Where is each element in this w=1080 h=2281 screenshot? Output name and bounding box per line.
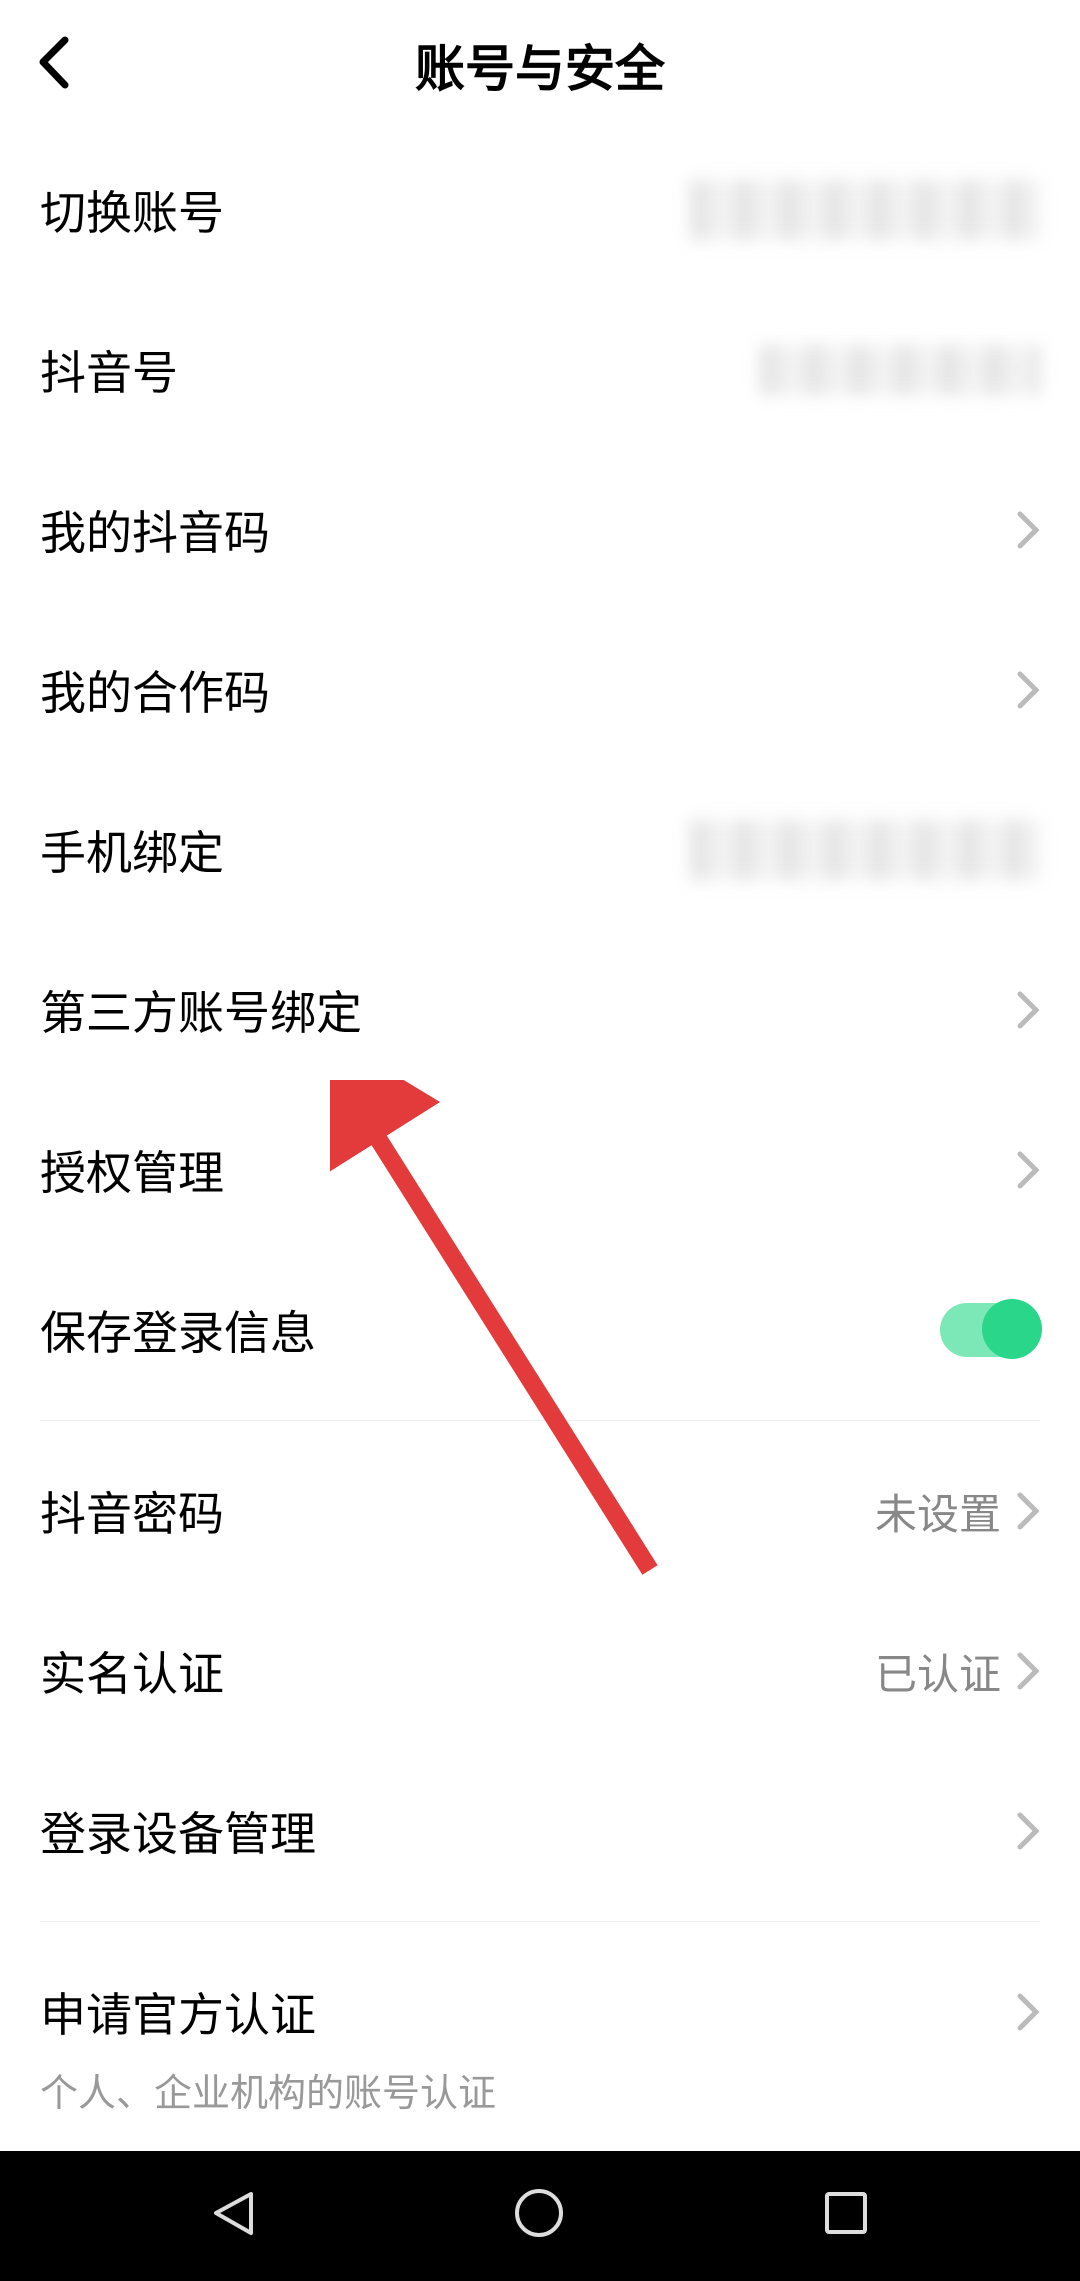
list-item-third-party[interactable]: 第三方账号绑定 [40, 930, 1040, 1090]
nav-home-button[interactable] [512, 2186, 567, 2246]
toggle-knob [982, 1299, 1042, 1359]
page-header: 账号与安全 [0, 0, 1080, 130]
list-item-login-devices[interactable]: 登录设备管理 [40, 1751, 1040, 1911]
divider [40, 1921, 1040, 1922]
list-item-switch-account[interactable]: 切换账号 [40, 130, 1040, 290]
circle-home-icon [512, 2186, 567, 2241]
square-recent-icon [819, 2186, 874, 2241]
chevron-left-icon [35, 35, 75, 90]
back-button[interactable] [35, 35, 75, 95]
item-label: 实名认证 [40, 1638, 224, 1704]
divider [40, 1420, 1040, 1421]
chevron-right-icon [1016, 1651, 1040, 1691]
list-item-phone-binding[interactable]: 手机绑定 [40, 770, 1040, 930]
redacted-value [760, 345, 1040, 395]
item-label: 切换账号 [40, 177, 224, 243]
nav-recent-button[interactable] [819, 2186, 874, 2246]
item-value: 已认证 [875, 1641, 1001, 1702]
chevron-right-icon [1016, 510, 1040, 550]
list-item-douyin-password[interactable]: 抖音密码 未设置 [40, 1431, 1040, 1591]
chevron-right-icon [1016, 1150, 1040, 1190]
list-item-auth-management[interactable]: 授权管理 [40, 1090, 1040, 1250]
system-nav-bar [0, 2151, 1080, 2281]
item-label: 手机绑定 [40, 817, 224, 883]
redacted-value [690, 820, 1040, 880]
list-item-save-login: 保存登录信息 [40, 1250, 1040, 1410]
item-label: 申请官方认证 [40, 1979, 316, 2045]
triangle-back-icon [206, 2186, 261, 2241]
redacted-value [690, 180, 1040, 240]
list-item-my-coop-code[interactable]: 我的合作码 [40, 610, 1040, 770]
chevron-right-icon [1016, 670, 1040, 710]
list-item-real-name[interactable]: 实名认证 已认证 [40, 1591, 1040, 1751]
chevron-right-icon [1016, 1992, 1040, 2032]
item-label: 授权管理 [40, 1137, 224, 1203]
item-value: 未设置 [875, 1481, 1001, 1542]
chevron-right-icon [1016, 990, 1040, 1030]
item-label: 登录设备管理 [40, 1798, 316, 1864]
item-label: 抖音号 [40, 337, 178, 403]
settings-list: 切换账号 抖音号 我的抖音码 我的合作码 手机绑定 第三 [0, 130, 1080, 2137]
chevron-right-icon [1016, 1491, 1040, 1531]
item-label: 我的抖音码 [40, 497, 270, 563]
item-label: 我的合作码 [40, 657, 270, 723]
page-title: 账号与安全 [30, 29, 1050, 101]
item-label: 第三方账号绑定 [40, 977, 362, 1043]
list-item-douyin-id[interactable]: 抖音号 [40, 290, 1040, 450]
nav-back-button[interactable] [206, 2186, 261, 2246]
chevron-right-icon [1016, 1811, 1040, 1851]
toggle-switch[interactable] [940, 1303, 1040, 1357]
list-item-my-douyin-code[interactable]: 我的抖音码 [40, 450, 1040, 610]
item-subtitle: 个人、企业机构的账号认证 [40, 2062, 1040, 2137]
item-label: 保存登录信息 [40, 1297, 316, 1363]
item-label: 抖音密码 [40, 1478, 224, 1544]
